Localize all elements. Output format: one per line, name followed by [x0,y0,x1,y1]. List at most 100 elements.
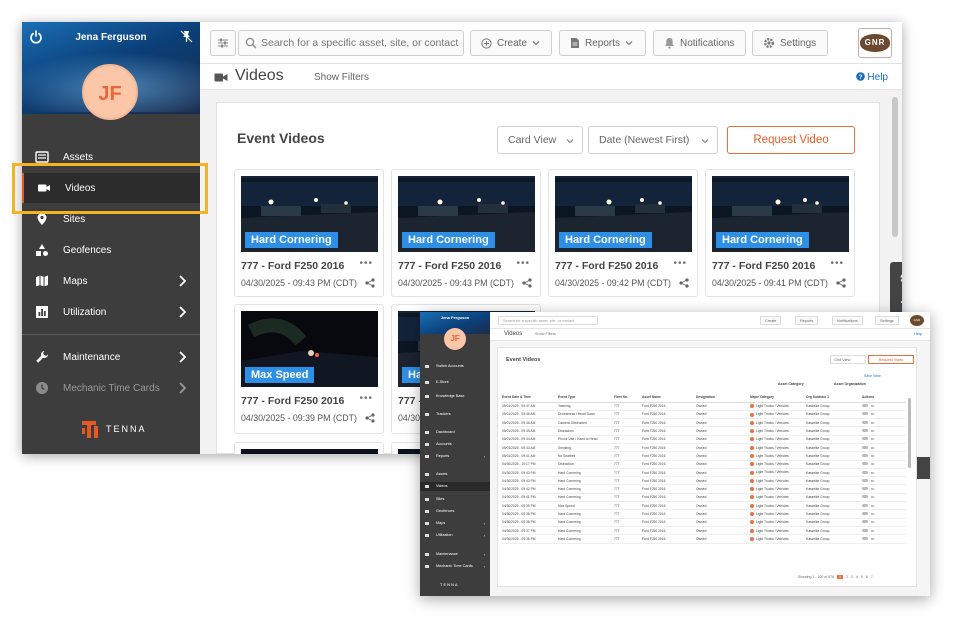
toggle-icon[interactable] [862,495,868,499]
inset-sidebar-item[interactable]: Utilization › [420,531,490,540]
inset-sidebar-item[interactable]: Switch Accounts [420,362,490,371]
column-header[interactable]: Asset Name [642,392,696,403]
sort-select[interactable]: Date (Newest First) [588,126,718,154]
more-options-icon[interactable]: ••• [871,479,874,483]
help-link[interactable]: ? Help [855,72,888,83]
share-icon[interactable] [836,278,846,288]
inset-sidebar-item[interactable]: Mechanic Time Cards › [420,562,490,571]
row-actions[interactable]: ••• [862,460,906,469]
inset-reports-button[interactable]: Reports [795,316,819,325]
share-icon[interactable] [365,278,375,288]
more-options-icon[interactable]: ••• [871,429,874,433]
table-row[interactable]: 04/30/2025 - 09:42 PM Hard Cornering 777 Fo… [502,484,906,494]
more-options-icon[interactable]: ••• [871,404,874,408]
more-options-icon[interactable]: ••• [359,393,373,404]
table-row[interactable]: 05/01/2025 - 09:47 AM Yawning 777 Ford F250… [502,402,906,411]
gear-icon[interactable] [899,270,902,286]
search-box[interactable] [238,30,464,56]
toggle-icon[interactable] [862,429,868,433]
inset-save-view-link[interactable]: Save View [864,374,880,378]
video-thumbnail[interactable] [241,449,378,454]
row-actions[interactable]: ••• [862,435,906,445]
inset-sidebar-item[interactable]: Geofences [420,507,490,516]
video-card[interactable]: Hard Cornering 777 - Ford F250 2016 ••• 04/… [391,169,541,297]
toggle-icon[interactable] [862,487,868,491]
inset-sidebar-item[interactable]: Maps › [420,519,490,528]
inset-sidebar-item[interactable]: Accounts [420,440,490,449]
row-actions[interactable]: ••• [862,443,906,453]
table-row[interactable]: 04/30/2025 - 09:36 PM Hard Cornering 777 Fo… [502,534,906,544]
table-row[interactable]: 05/01/2025 - 09:46 AM Camera Obstructed 77… [502,418,906,428]
row-actions[interactable]: ••• [862,451,906,461]
table-row[interactable]: 05/01/2025 - 09:44 AM Phone Use / Hand to… [502,435,906,445]
more-options-icon[interactable]: ••• [871,529,874,533]
video-card[interactable]: Hard Cornering 777 - Ford F250 2016 ••• 04/… [234,169,384,297]
toggle-icon[interactable] [862,470,868,474]
inset-sidebar-item[interactable]: Videos [420,482,490,491]
more-options-icon[interactable]: ••• [871,437,874,441]
company-logo[interactable]: GNR [858,28,892,58]
table-row[interactable]: 05/01/2025 - 09:46 AM Drowsiness / Head D… [502,410,906,420]
more-options-icon[interactable]: ••• [871,462,874,466]
more-options-icon[interactable]: ••• [359,258,373,269]
window-scrollbar[interactable] [892,97,898,237]
table-row[interactable]: 04/30/2025 - 09:38 PM Hard Cornering 777 Fo… [502,509,906,519]
more-options-icon[interactable]: ••• [871,512,874,516]
toggle-icon[interactable] [862,437,868,441]
page-number[interactable]: 4 [856,575,858,579]
inset-search-input[interactable]: Search for a specific asset, site, or co… [498,316,598,325]
video-thumbnail[interactable]: Hard Cornering [555,176,692,252]
column-header[interactable]: Event Type [558,392,614,403]
notifications-button[interactable]: Notifications [653,30,746,56]
toggle-icon[interactable] [862,404,868,408]
inset-sidebar-item[interactable]: Assets [420,470,490,479]
row-actions[interactable]: ••• [862,526,906,536]
inset-sidebar-item[interactable]: Trackers [420,410,490,419]
toggle-icon[interactable] [862,462,868,466]
page-number[interactable]: 3 [851,575,853,579]
more-options-icon[interactable]: ••• [871,520,874,524]
search-input[interactable] [261,37,461,49]
share-icon[interactable] [679,278,689,288]
toggle-icon[interactable] [862,453,868,457]
filter-toggle-button[interactable] [210,30,236,56]
settings-button[interactable]: Settings [752,30,828,56]
toggle-icon[interactable] [862,512,868,515]
inset-sidebar-item[interactable]: Maintenance › [420,550,490,559]
more-options-icon[interactable]: ••• [871,495,874,499]
column-header[interactable]: Org Subtract 1 [806,392,862,403]
toggle-icon[interactable] [862,503,868,507]
row-actions[interactable]: ••• [862,418,906,428]
reports-button[interactable]: Reports [559,30,646,56]
table-row[interactable]: 04/30/2025 - 09:37 PM Hard Cornering 777 Fo… [502,526,906,536]
video-thumbnail[interactable]: Hard Cornering [398,176,535,252]
more-options-icon[interactable]: ••• [830,258,844,269]
page-number[interactable]: 2 [846,575,848,579]
more-options-icon[interactable]: ••• [871,504,874,508]
table-row[interactable]: 04/30/2025 - 10:17 PM Distraction 777 Ford … [502,460,906,469]
inset-table-scrollbar[interactable] [908,398,911,468]
page-number[interactable]: 7 [871,575,873,579]
video-thumbnail[interactable]: Max Speed [241,311,378,387]
toggle-icon[interactable] [862,520,868,524]
inset-sidebar-item[interactable]: Reports › [420,452,490,461]
inset-notifications-button[interactable]: Notifications [832,316,863,325]
row-actions[interactable]: ••• [862,509,906,519]
toggle-icon[interactable] [862,478,868,482]
inset-sidebar-item[interactable]: Knowledge Base [420,392,490,401]
request-video-button[interactable]: Request Video [727,126,855,154]
column-header[interactable]: Major Category [750,392,806,403]
more-options-icon[interactable]: ••• [871,412,874,416]
sidebar-item-maps[interactable]: Maps [22,266,200,296]
video-card[interactable]: Max Speed 777 - Ford F250 2016 ••• 04/30/20… [234,304,384,434]
toggle-icon[interactable] [862,536,868,540]
more-options-icon[interactable]: ••• [871,446,874,450]
inset-company-logo[interactable]: GNR [910,315,924,326]
toggle-icon[interactable] [862,445,868,449]
toggle-icon[interactable] [862,412,868,416]
video-thumbnail[interactable]: Hard Cornering [712,176,849,252]
column-header[interactable]: Fleet No. [614,392,642,403]
create-button[interactable]: Create [470,30,552,56]
sidebar-item-utilization[interactable]: Utilization [22,297,200,327]
row-actions[interactable]: ••• [862,410,906,420]
